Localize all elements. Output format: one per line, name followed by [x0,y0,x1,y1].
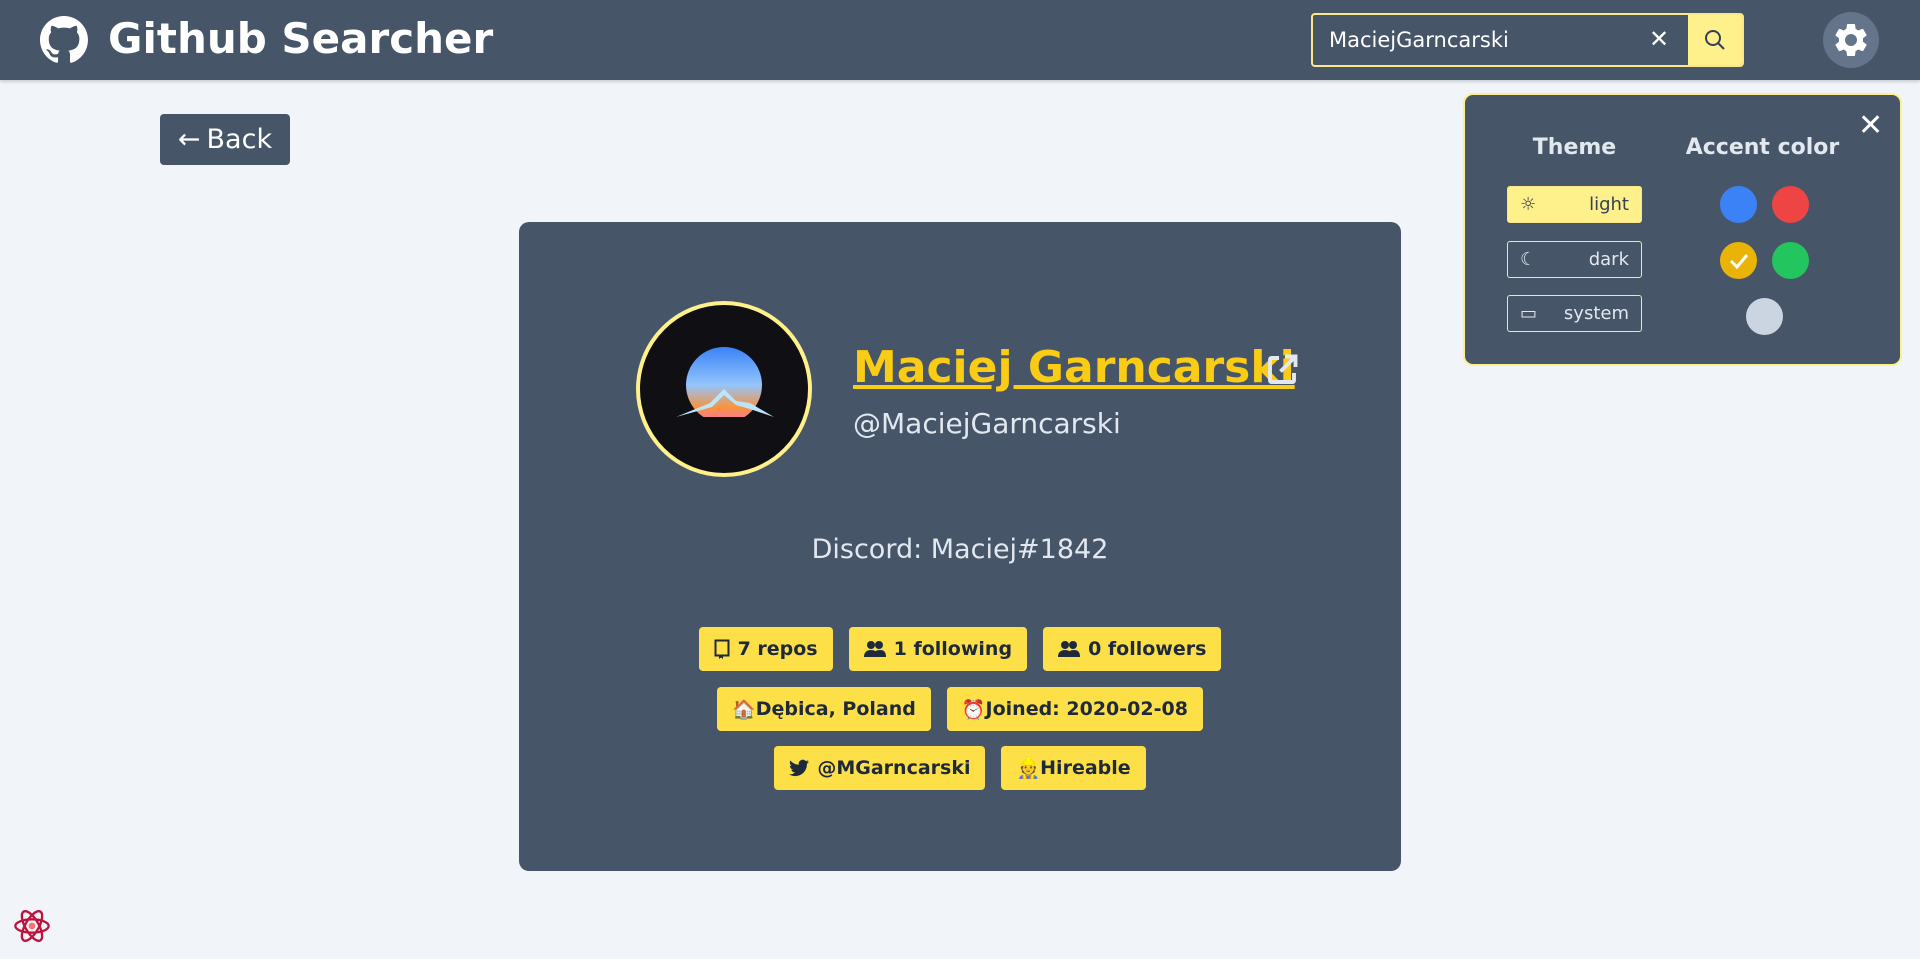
accent-green[interactable] [1772,242,1809,279]
settings-button[interactable] [1823,12,1879,68]
badge-row: 🏠 Dębica, Poland ⏰ Joined: 2020-02-08 [519,687,1401,731]
alarm-clock-icon: ⏰ [961,698,986,721]
badge-row: @MGarncarski 👷 Hireable [519,746,1401,790]
repos-badge[interactable]: 7 repos [698,627,833,671]
check-icon [1729,253,1748,269]
badge-label: 1 following [893,638,1013,660]
badge-label: Joined: 2020-02-08 [985,698,1188,720]
arrow-left-icon: ← [177,124,201,155]
profile-name-link[interactable]: Maciej Garncarski [853,342,1295,393]
users-icon [1058,641,1081,657]
construction-worker-icon: 👷 [1016,757,1041,780]
back-label: Back [206,124,273,155]
search-input[interactable] [1313,15,1683,65]
theme-dark-button[interactable]: ☾ dark [1507,241,1642,278]
search-button[interactable] [1688,15,1742,65]
accent-heading: Accent color [1685,135,1840,160]
theme-label: dark [1588,249,1629,270]
accent-gray[interactable] [1746,298,1783,335]
badge-label: Dębica, Poland [755,698,916,720]
mountain-avatar-image [676,347,776,457]
search-icon [1705,30,1725,50]
back-button[interactable]: ← Back [160,114,290,165]
badge-label: Hireable [1040,757,1131,779]
profile-bio: Discord: Maciej#1842 [811,534,1109,565]
search-box: ✕ [1311,13,1744,67]
external-link-icon[interactable] [1264,352,1300,388]
clear-search-icon[interactable]: ✕ [1649,25,1669,53]
close-icon[interactable]: ✕ [1858,111,1883,141]
house-icon: 🏠 [732,698,756,721]
avatar [636,301,812,477]
location-badge: 🏠 Dębica, Poland [717,687,931,731]
book-icon [714,639,730,659]
settings-panel: ✕ Theme Accent color ☼ light ☾ dark ▭ syste… [1463,93,1902,366]
theme-system-button[interactable]: ▭ system [1507,295,1642,332]
theme-label: light [1589,194,1629,215]
theme-label: system [1563,303,1629,324]
moon-icon: ☾ [1520,249,1537,270]
badge-label: @MGarncarski [817,757,971,779]
following-badge[interactable]: 1 following [848,627,1028,671]
twitter-badge[interactable]: @MGarncarski [774,746,986,790]
react-devtools-icon[interactable] [12,906,52,946]
twitter-icon [789,759,810,777]
theme-light-button[interactable]: ☼ light [1507,186,1642,223]
theme-heading: Theme [1532,135,1617,160]
accent-red[interactable] [1772,186,1809,223]
hireable-badge: 👷 Hireable [1001,746,1146,790]
profile-card: Maciej Garncarski @MaciejGarncarski Disc… [519,222,1401,871]
gear-icon [1835,23,1867,56]
badge-label: 7 repos [737,638,818,660]
accent-yellow[interactable] [1720,242,1757,279]
joined-badge: ⏰ Joined: 2020-02-08 [946,687,1203,731]
profile-login: @MaciejGarncarski [853,407,1121,440]
badge-label: 0 followers [1088,638,1207,660]
github-logo-icon[interactable] [40,16,88,64]
header: Github Searcher ✕ [0,0,1920,80]
accent-blue[interactable] [1720,186,1757,223]
app-title: Github Searcher [108,14,494,63]
users-icon [863,641,886,657]
laptop-icon: ▭ [1520,303,1538,324]
followers-badge[interactable]: 0 followers [1043,627,1222,671]
badge-row: 7 repos 1 following 0 followers [519,627,1401,671]
sun-icon: ☼ [1520,194,1537,215]
